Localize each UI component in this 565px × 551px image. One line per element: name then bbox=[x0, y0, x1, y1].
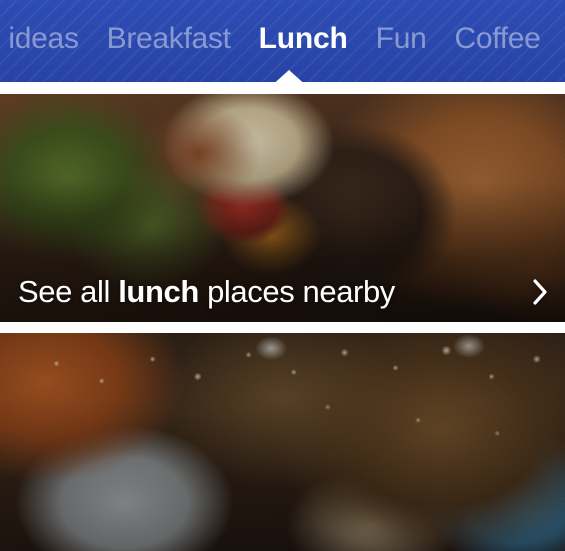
tab-lunch[interactable]: Lunch bbox=[245, 0, 362, 78]
tastes-photo bbox=[0, 333, 565, 551]
tab-coffee[interactable]: Coffee bbox=[440, 0, 554, 78]
lunch-places-hero-card[interactable]: See all lunch places nearby 120+ Alidoro… bbox=[0, 94, 565, 322]
tab-breakfast[interactable]: Breakfast bbox=[93, 0, 245, 78]
category-tab-strip[interactable]: e ideas Breakfast Lunch Fun Coffee Sn bbox=[0, 0, 565, 78]
foursquare-explore-screen: e ideas Breakfast Lunch Fun Coffee Sn Se… bbox=[0, 0, 565, 551]
category-navbar: e ideas Breakfast Lunch Fun Coffee Sn bbox=[0, 0, 565, 88]
tab-date-ideas[interactable]: e ideas bbox=[0, 0, 93, 78]
hero-title-prefix: See all bbox=[18, 274, 119, 309]
navbar-underline bbox=[0, 82, 565, 88]
hero-title-suffix: places nearby bbox=[198, 274, 395, 309]
chevron-right-icon[interactable] bbox=[529, 275, 551, 309]
your-tastes-card: Your tastes nearby fish tacos fried chic… bbox=[0, 333, 565, 551]
tab-fun[interactable]: Fun bbox=[362, 0, 441, 78]
hero-title: See all lunch places nearby bbox=[18, 274, 395, 310]
tab-snacks[interactable]: Sn bbox=[555, 0, 565, 78]
hero-title-emphasis: lunch bbox=[118, 274, 199, 309]
